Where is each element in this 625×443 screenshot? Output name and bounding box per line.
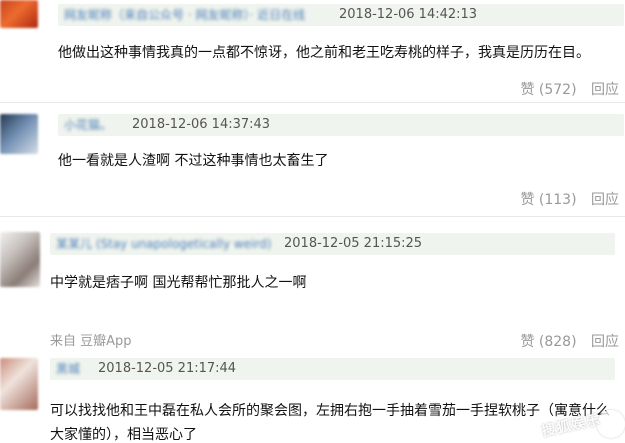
like-button[interactable]: 赞 (572) <box>520 80 576 100</box>
comment-item-4: 黑城 2018-12-05 21:17:44 可以找找他和王中磊在私人会所的聚会… <box>0 358 625 443</box>
comment-text: 中学就是痞子啊 国光帮帮忙那批人之一啊 <box>50 275 307 291</box>
comment-timestamp: 2018-12-05 21:17:44 <box>98 361 237 376</box>
comment-item-3: 某某儿 (Stay unapologetically weird) 2018-1… <box>0 216 625 354</box>
comment-item-2: 小花猫。 2018-12-06 14:37:43 他一看就是人渣啊 不过这种事情… <box>0 102 625 210</box>
avatar[interactable] <box>0 114 38 154</box>
comment-author[interactable]: 小花猫。 <box>64 114 124 136</box>
comment-text: 他一看就是人渣啊 不过这种事情也太畜生了 <box>58 153 329 169</box>
comment-meta-bar: 小花猫。 2018-12-06 14:37:43 <box>58 114 624 136</box>
comment-author[interactable]: 黑城 <box>56 358 96 380</box>
comment-author[interactable]: 某某儿 (Stay unapologetically weird) <box>56 233 276 255</box>
comments-page: 网友昵称（来自公众号 · 网友昵称）· 近日在线 2018-12-06 14:4… <box>0 0 625 443</box>
comment-meta-bar: 某某儿 (Stay unapologetically weird) 2018-1… <box>50 233 615 255</box>
comment-actions: 赞 (113) 回应 <box>520 190 619 210</box>
comment-text: 他做出这种事情我真的一点都不惊讶，他之前和老王吃寿桃的样子，我真是历历在目。 <box>58 45 590 61</box>
comment-timestamp: 2018-12-06 14:37:43 <box>132 117 271 132</box>
reply-button[interactable]: 回应 <box>591 80 619 100</box>
comment-meta-bar: 网友昵称（来自公众号 · 网友昵称）· 近日在线 2018-12-06 14:4… <box>58 4 624 26</box>
avatar[interactable] <box>0 0 38 28</box>
comment-source: 来自 豆瓣App <box>50 334 132 349</box>
comment-item-1: 网友昵称（来自公众号 · 网友昵称）· 近日在线 2018-12-06 14:4… <box>0 0 625 98</box>
avatar[interactable] <box>0 232 40 287</box>
comment-author[interactable]: 网友昵称（来自公众号 · 网友昵称）· 近日在线 <box>64 4 324 26</box>
like-button[interactable]: 赞 (828) <box>520 332 576 352</box>
comment-actions: 赞 (828) 回应 <box>520 332 619 352</box>
comment-actions: 赞 (572) 回应 <box>520 80 619 100</box>
reply-button[interactable]: 回应 <box>591 332 619 352</box>
like-button[interactable]: 赞 (113) <box>520 190 576 210</box>
comment-meta-bar: 黑城 2018-12-05 21:17:44 <box>50 358 615 380</box>
comment-timestamp: 2018-12-06 14:42:13 <box>339 7 478 22</box>
comment-timestamp: 2018-12-05 21:15:25 <box>284 236 423 251</box>
avatar[interactable] <box>0 358 38 410</box>
comment-text: 可以找找他和王中磊在私人会所的聚会图，左拥右抱一手抽着雪茄一手捏软桃子（寓意什么… <box>50 403 610 443</box>
reply-button[interactable]: 回应 <box>591 190 619 210</box>
